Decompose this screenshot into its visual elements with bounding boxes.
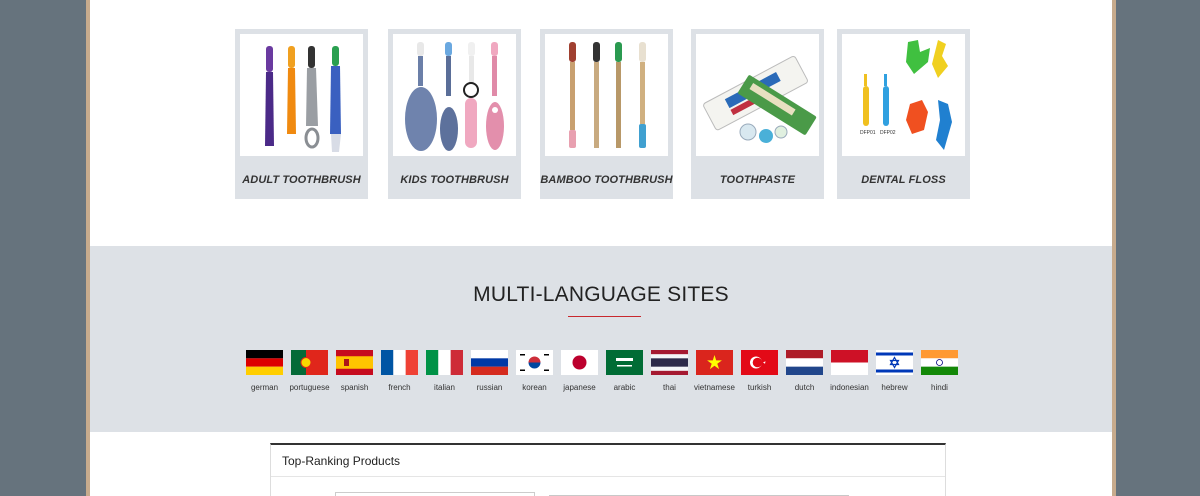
language-link-hebrew[interactable]: hebrew: [872, 350, 917, 392]
category-row: ADULT TOOTHBRUSH KIDS TOOTHBRUSH BAMBOO …: [90, 29, 1112, 199]
kids-toothbrush-image: [393, 34, 516, 156]
language-link-korean[interactable]: korean: [512, 350, 557, 392]
category-label: KIDS TOOTHBRUSH: [400, 174, 509, 186]
top-ranking-panel: Top-Ranking Products: [270, 443, 946, 496]
language-label: spanish: [340, 383, 369, 392]
section-title: MULTI-LANGUAGE SITES: [473, 283, 729, 306]
flag-netherlands-icon: [786, 350, 823, 375]
category-card-dental-floss[interactable]: DFP01 DFP02 DENTAL FLOSS: [837, 29, 970, 199]
language-link-german[interactable]: german: [242, 350, 287, 392]
svg-text:DFP01: DFP01: [860, 130, 876, 136]
category-card-toothpaste[interactable]: TOOTHPASTE: [691, 29, 824, 199]
language-label: dutch: [794, 383, 815, 392]
svg-text:DFP02: DFP02: [880, 130, 896, 136]
flag-germany-icon: [246, 350, 283, 375]
flag-vietnam-icon: [696, 350, 733, 375]
multi-language-section: MULTI-LANGUAGE SITES german portuguese s…: [90, 246, 1112, 432]
flag-spain-icon: [336, 350, 373, 375]
flag-france-icon: [381, 350, 418, 375]
language-link-portuguese[interactable]: portuguese: [287, 350, 332, 392]
language-label: italian: [434, 383, 455, 392]
language-label: hindi: [931, 383, 948, 392]
flag-russia-icon: [471, 350, 508, 375]
category-card-adult-toothbrush[interactable]: ADULT TOOTHBRUSH: [235, 29, 368, 199]
product-thumbnail[interactable]: [335, 492, 535, 496]
title-underline: [568, 316, 641, 317]
flag-italy-icon: [426, 350, 463, 375]
category-card-bamboo-toothbrush[interactable]: BAMBOO TOOTHBRUSH: [540, 29, 673, 199]
language-link-russian[interactable]: russian: [467, 350, 512, 392]
language-label: russian: [476, 383, 503, 392]
category-label: BAMBOO TOOTHBRUSH: [540, 174, 673, 186]
language-link-hindi[interactable]: hindi: [917, 350, 962, 392]
language-link-japanese[interactable]: japanese: [557, 350, 602, 392]
language-label: german: [250, 383, 279, 392]
flag-korea-icon: [516, 350, 553, 375]
flag-saudi-arabia-icon: [606, 350, 643, 375]
flag-israel-icon: [876, 350, 913, 375]
flag-japan-icon: [561, 350, 598, 375]
category-label: ADULT TOOTHBRUSH: [242, 174, 361, 186]
category-label: DENTAL FLOSS: [861, 174, 946, 186]
language-link-arabic[interactable]: arabic: [602, 350, 647, 392]
language-link-vietnamese[interactable]: vietnamese: [692, 350, 737, 392]
language-link-spanish[interactable]: spanish: [332, 350, 377, 392]
language-label: portuguese: [289, 383, 330, 392]
panel-divider: [271, 476, 945, 477]
language-label: turkish: [747, 383, 772, 392]
language-label: thai: [663, 383, 676, 392]
language-link-turkish[interactable]: turkish: [737, 350, 782, 392]
bamboo-toothbrush-image: [545, 34, 668, 156]
language-label: japanese: [563, 383, 596, 392]
dental-floss-image: DFP01 DFP02: [842, 34, 965, 156]
category-label: TOOTHPASTE: [719, 174, 796, 186]
language-link-thai[interactable]: thai: [647, 350, 692, 392]
language-label: hebrew: [881, 383, 908, 392]
language-label: vietnamese: [694, 383, 735, 392]
language-label: indonesian: [830, 383, 869, 392]
flag-turkey-icon: [741, 350, 778, 375]
language-label: korean: [522, 383, 547, 392]
language-link-french[interactable]: french: [377, 350, 422, 392]
panel-title: Top-Ranking Products: [282, 454, 401, 468]
language-link-dutch[interactable]: dutch: [782, 350, 827, 392]
flag-thailand-icon: [651, 350, 688, 375]
language-label: french: [388, 383, 411, 392]
flag-portugal-icon: [291, 350, 328, 375]
page-container: ADULT TOOTHBRUSH KIDS TOOTHBRUSH BAMBOO …: [86, 0, 1116, 496]
flag-indonesia-icon: [831, 350, 868, 375]
category-card-kids-toothbrush[interactable]: KIDS TOOTHBRUSH: [388, 29, 521, 199]
language-label: arabic: [613, 383, 636, 392]
language-link-italian[interactable]: italian: [422, 350, 467, 392]
toothpaste-image: [696, 34, 819, 156]
language-link-indonesian[interactable]: indonesian: [827, 350, 872, 392]
flag-india-icon: [921, 350, 958, 375]
adult-toothbrush-image: [240, 34, 363, 156]
